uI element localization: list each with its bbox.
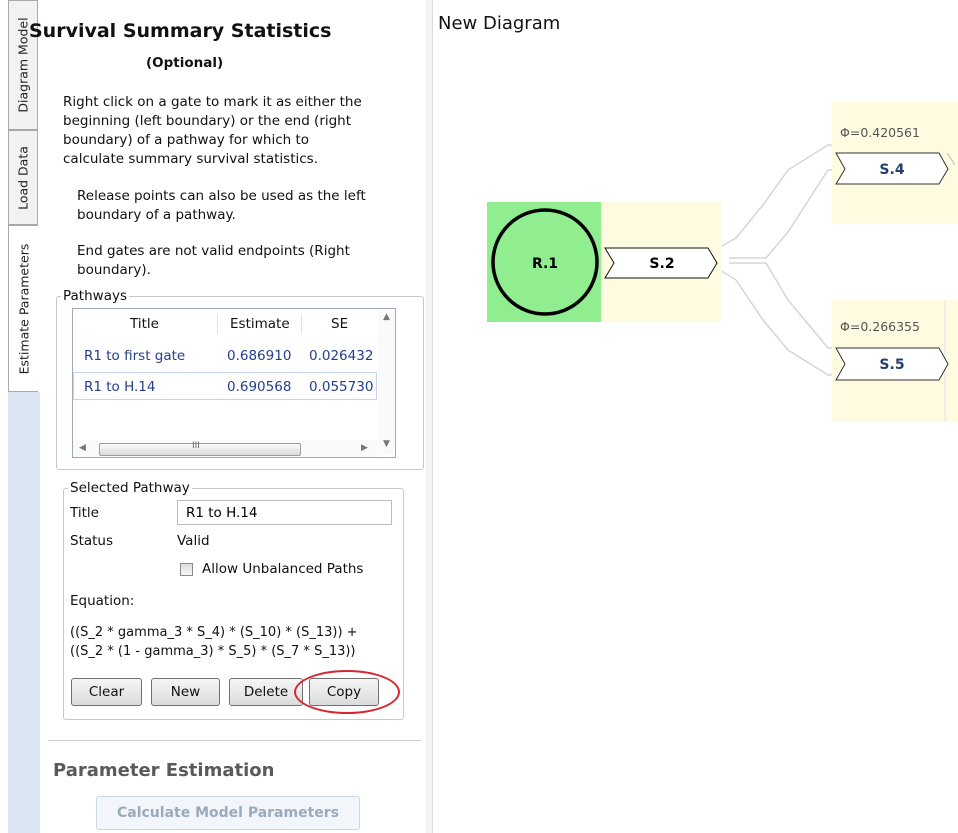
release-note-line: boundary of a pathway. bbox=[77, 207, 236, 223]
tab-load-data[interactable]: Load Data bbox=[8, 130, 38, 225]
column-divider[interactable] bbox=[217, 314, 218, 334]
allow-unbalanced-label[interactable]: Allow Unbalanced Paths bbox=[202, 560, 363, 579]
end-gate-note-line: boundary). bbox=[77, 262, 151, 278]
cell-estimate: 0.690568 bbox=[227, 379, 292, 395]
equation-label: Equation: bbox=[70, 593, 135, 609]
equation-line: ((S_2 * gamma_3 * S_4) * (S_10) * (S_13)… bbox=[70, 625, 358, 640]
scroll-thumb[interactable]: III bbox=[99, 441, 301, 456]
allow-unbalanced-checkbox[interactable] bbox=[180, 563, 193, 576]
pathways-table[interactable]: Title Estimate SE R1 to first gate 0.686… bbox=[72, 308, 396, 458]
diagram-svg: R.1 S.2 Φ=0.420561 S.4 Φ=0.266355 S.5 bbox=[487, 102, 958, 422]
vertical-tab-strip: Diagram Model Load Data Estimate Paramet… bbox=[0, 0, 40, 833]
panel-splitter[interactable] bbox=[426, 0, 433, 833]
selected-pathway-legend: Selected Pathway bbox=[70, 480, 190, 496]
cell-se: 0.026432 bbox=[309, 348, 374, 364]
column-divider[interactable] bbox=[301, 314, 302, 334]
column-header-estimate[interactable]: Estimate bbox=[230, 316, 290, 332]
tab-strip-background bbox=[8, 392, 40, 833]
grip-icon: III bbox=[192, 441, 200, 451]
column-header-title[interactable]: Title bbox=[130, 316, 159, 332]
scroll-right-icon[interactable]: ▶ bbox=[361, 443, 368, 453]
scroll-left-icon[interactable]: ◀ bbox=[79, 443, 86, 453]
scroll-up-icon[interactable]: ▲ bbox=[383, 312, 390, 322]
diagram-canvas[interactable]: New Diagram R.1 S.2 Φ=0.420561 S.4 Φ=0.2… bbox=[433, 0, 958, 833]
panel-title: Survival Summary Statistics bbox=[29, 20, 332, 42]
title-label: Title bbox=[70, 505, 99, 521]
gate-label-s2: S.2 bbox=[649, 256, 674, 272]
clear-button[interactable]: Clear bbox=[71, 678, 142, 706]
instructions-line: Right click on a gate to mark it as eith… bbox=[63, 94, 362, 110]
column-header-se[interactable]: SE bbox=[331, 316, 348, 332]
horizontal-scrollbar[interactable]: ◀ III ▶ bbox=[73, 440, 377, 457]
status-value: Valid bbox=[177, 533, 210, 549]
end-gate-note-line: End gates are not valid endpoints (Right bbox=[77, 243, 350, 259]
panel-subtitle: (Optional) bbox=[146, 55, 224, 71]
cell-title: R1 to H.14 bbox=[84, 379, 156, 395]
instructions-line: calculate summary survival statistics. bbox=[63, 151, 318, 167]
section-divider bbox=[48, 740, 421, 741]
pathways-legend: Pathways bbox=[63, 288, 127, 304]
gate-label-s4: S.4 bbox=[879, 162, 904, 178]
gate-label-s5: S.5 bbox=[879, 357, 904, 373]
cell-title: R1 to first gate bbox=[84, 348, 186, 364]
table-row[interactable]: R1 to H.14 0.690568 0.055730 bbox=[73, 372, 377, 400]
phi-s4: Φ=0.420561 bbox=[840, 125, 920, 140]
highlight-ellipse bbox=[294, 670, 400, 714]
calculate-model-parameters-button[interactable]: Calculate Model Parameters bbox=[96, 796, 360, 830]
release-label: R.1 bbox=[532, 256, 558, 272]
delete-button[interactable]: Delete bbox=[229, 678, 303, 706]
tab-load-data-label: Load Data bbox=[15, 145, 31, 210]
vertical-scrollbar[interactable]: ▲ ▼ bbox=[378, 309, 395, 455]
tab-estimate-parameters-label: Estimate Parameters bbox=[16, 243, 31, 374]
instructions-line: boundary) of a pathway for which to bbox=[63, 132, 310, 148]
phi-s5: Φ=0.266355 bbox=[840, 319, 920, 334]
new-button[interactable]: New bbox=[151, 678, 220, 706]
status-label: Status bbox=[70, 533, 114, 549]
table-row[interactable]: R1 to first gate 0.686910 0.026432 bbox=[73, 342, 377, 370]
instructions-line: beginning (left boundary) or the end (ri… bbox=[63, 113, 352, 129]
equation-line: ((S_2 * (1 - gamma_3) * S_5) * (S_7 * S_… bbox=[70, 644, 356, 659]
tab-estimate-parameters[interactable]: Estimate Parameters bbox=[8, 225, 38, 392]
cell-se: 0.055730 bbox=[309, 379, 374, 395]
parameter-estimation-title: Parameter Estimation bbox=[53, 760, 275, 781]
pathway-title-input[interactable] bbox=[177, 500, 392, 525]
cell-estimate: 0.686910 bbox=[227, 348, 292, 364]
release-note-line: Release points can also be used as the l… bbox=[77, 188, 366, 204]
table-header: Title Estimate SE bbox=[73, 309, 377, 337]
scroll-down-icon[interactable]: ▼ bbox=[383, 439, 390, 449]
